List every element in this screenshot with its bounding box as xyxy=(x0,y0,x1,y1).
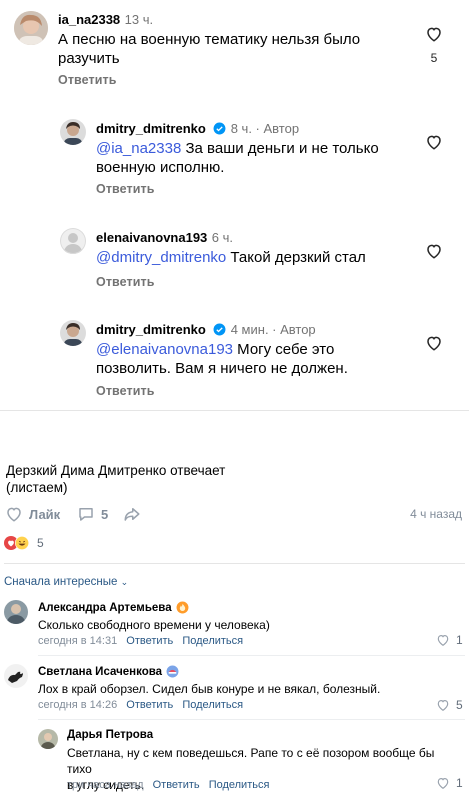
comment-time: 6 ч. xyxy=(211,230,233,245)
comment-author[interactable]: Александра Артемьева xyxy=(38,602,172,614)
reply-button[interactable]: Ответить xyxy=(126,699,173,711)
mention-link[interactable]: @ia_na2338 xyxy=(96,140,181,157)
like-count: 1 xyxy=(456,633,463,647)
comments-count: 5 xyxy=(101,506,109,522)
section-divider xyxy=(4,563,465,564)
reply-button[interactable]: Ответить xyxy=(153,779,200,791)
reply-button[interactable]: Ответить xyxy=(126,635,173,647)
share-arrow-icon xyxy=(124,508,140,521)
heart-outline-icon xyxy=(7,507,21,522)
comment-divider xyxy=(38,655,465,656)
heart-icon[interactable] xyxy=(425,242,443,260)
comment-text: Сколько свободного времени у человека) xyxy=(38,618,270,632)
reactions-count: 5 xyxy=(37,536,44,550)
verified-badge-icon xyxy=(213,122,226,135)
comment-author[interactable]: Дарья Петрова xyxy=(67,729,153,741)
comment-text: А песню на военную тематику нельзя было … xyxy=(58,31,361,67)
mention-link[interactable]: @dmitry_dmitrenko xyxy=(96,249,226,266)
heart-outline-icon xyxy=(437,778,449,789)
comment-date: сегодня в 14:26 xyxy=(38,699,118,711)
comment-date: сегодня в 14:31 xyxy=(38,635,118,647)
mention-link[interactable]: @elenaivanovna193 xyxy=(96,341,233,358)
comment-date: три часа назад xyxy=(67,779,144,791)
comment-time: 4 мин. · Автор xyxy=(230,322,316,337)
comment-bubble-icon xyxy=(79,508,93,521)
like-button[interactable]: Лайк xyxy=(5,505,60,523)
share-button[interactable]: Поделиться xyxy=(209,779,270,791)
comment-like-button[interactable]: 1 xyxy=(436,633,463,647)
reply-button[interactable]: Ответить xyxy=(96,384,155,398)
comment-text: @dmitry_dmitrenko Такой дерзкий стал xyxy=(96,249,366,266)
comment-text: @elenaivanovna193 Могу себе это позволит… xyxy=(96,341,348,377)
avatar[interactable] xyxy=(60,320,86,346)
comment-divider xyxy=(38,719,465,720)
heart-icon[interactable] xyxy=(425,25,443,43)
like-count: 5 xyxy=(456,698,463,712)
comment-author[interactable]: Светлана Исаченкова xyxy=(38,666,162,678)
comments-button[interactable]: 5 xyxy=(77,505,108,523)
reactions-summary[interactable]: 5 xyxy=(4,536,44,550)
fire-badge-icon xyxy=(176,601,189,614)
comment-text: Лох в край оборзел. Сидел быв конуре и н… xyxy=(38,682,381,696)
reply-button[interactable]: Ответить xyxy=(96,182,155,196)
avatar[interactable] xyxy=(4,664,28,688)
post-text: Дерзкий Дима Дмитренко отвечает (листаем… xyxy=(6,463,226,495)
comment-username[interactable]: dmitry_dmitrenko xyxy=(96,121,206,136)
avatar[interactable] xyxy=(14,11,48,45)
avatar[interactable] xyxy=(38,729,58,749)
laugh-reaction-icon xyxy=(15,536,29,550)
share-button[interactable] xyxy=(122,505,142,523)
section-divider xyxy=(0,410,469,411)
comment-username[interactable]: ia_na2338 xyxy=(58,12,120,27)
comment-like-button[interactable]: 5 xyxy=(436,698,463,712)
heart-outline-icon xyxy=(437,700,449,711)
heart-icon[interactable] xyxy=(425,133,443,151)
sort-dropdown[interactable]: Сначала интересные ⌄ xyxy=(4,576,128,588)
share-button[interactable]: Поделиться xyxy=(182,635,243,647)
avatar[interactable] xyxy=(60,228,86,254)
comment-like-button[interactable]: 1 xyxy=(436,776,463,790)
verified-badge-icon xyxy=(213,323,226,336)
comment-time: 13 ч. xyxy=(124,12,154,27)
heart-icon[interactable] xyxy=(425,334,443,352)
comment-text: @ia_na2338 За ваши деньги и не только во… xyxy=(96,140,379,176)
like-count: 5 xyxy=(430,51,438,65)
heart-outline-icon xyxy=(437,635,449,646)
share-button[interactable]: Поделиться xyxy=(182,699,243,711)
like-count: 1 xyxy=(456,776,463,790)
cap-badge-icon xyxy=(166,665,179,678)
avatar[interactable] xyxy=(60,119,86,145)
comment-time: 8 ч. · Автор xyxy=(230,121,300,136)
reply-button[interactable]: Ответить xyxy=(58,73,117,87)
comment-username[interactable]: elenaivanovna193 xyxy=(96,230,207,245)
reply-button[interactable]: Ответить xyxy=(96,275,155,289)
like-label: Лайк xyxy=(29,506,61,522)
avatar[interactable] xyxy=(4,600,28,624)
comment-username[interactable]: dmitry_dmitrenko xyxy=(96,322,206,337)
post-time: 4 ч назад xyxy=(410,507,462,521)
chevron-down-icon: ⌄ xyxy=(120,577,129,587)
